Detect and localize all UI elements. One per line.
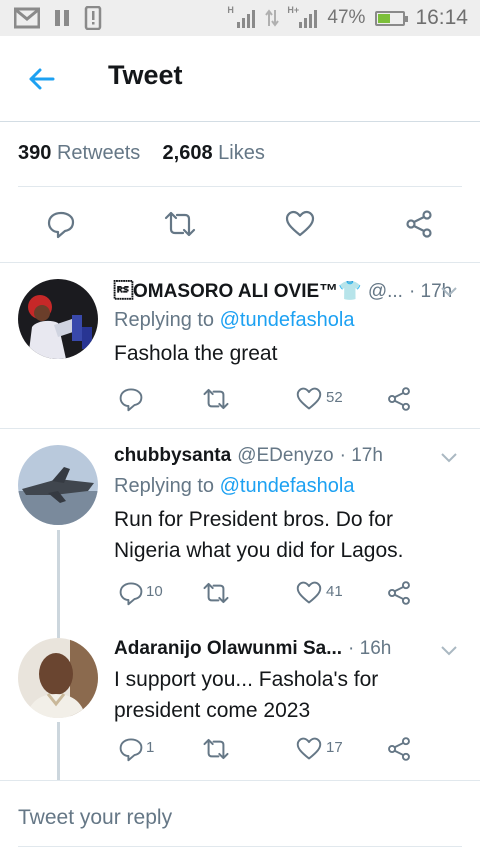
reply-icon[interactable] [118, 736, 144, 762]
battery-percent: 47% [327, 7, 366, 28]
back-arrow-icon[interactable] [26, 64, 56, 94]
retweet-icon[interactable] [202, 736, 230, 762]
tweet-text: Run for President bros. Do for Nigeria w… [114, 508, 404, 562]
chevron-down-icon[interactable] [440, 452, 458, 464]
replying-to: Replying to @tundefashola [114, 475, 355, 497]
mention-link[interactable]: @tundefashola [220, 309, 355, 331]
handle[interactable]: @... [368, 281, 403, 303]
battery-icon [375, 10, 409, 26]
like-icon[interactable] [285, 209, 315, 239]
thread-line [57, 722, 60, 780]
like-icon[interactable] [296, 386, 322, 412]
share-icon[interactable] [404, 209, 434, 239]
reply-count: 10 [146, 583, 163, 600]
like-icon[interactable] [296, 580, 322, 606]
timestamp: · 17h [339, 445, 383, 466]
reply-icon[interactable] [46, 209, 76, 239]
likes-stat[interactable]: 2,608 Likes [163, 142, 265, 164]
avatar[interactable] [18, 638, 98, 718]
data-transfer-icon [265, 9, 280, 27]
tweet-stats: 390 Retweets 2,608 Likes [18, 142, 265, 165]
tweet-text: I support you... Fashola's for president… [114, 668, 379, 722]
reply-tweet[interactable]: Adaranijo Olawunmi Sa... · 16h I support… [0, 620, 480, 780]
share-icon[interactable] [386, 736, 412, 762]
handle[interactable]: @EDenyzo [237, 445, 333, 467]
timestamp: · 16h [348, 638, 392, 659]
chevron-down-icon[interactable] [440, 286, 458, 298]
signal-icon-2: H+ [287, 5, 318, 28]
reply-actions: 1 17 [114, 734, 434, 764]
share-icon[interactable] [386, 580, 412, 606]
clock: 16:14 [415, 6, 468, 29]
like-count: 52 [326, 389, 343, 406]
display-name[interactable]: Adaranijo Olawunmi Sa... [114, 638, 342, 660]
reply-actions: 10 41 [114, 578, 434, 608]
reply-count: 1 [146, 739, 155, 756]
chevron-down-icon[interactable] [440, 645, 458, 657]
avatar[interactable] [18, 279, 98, 359]
tweet-text: Fashola the great [114, 342, 278, 365]
reply-actions: 52 [114, 384, 434, 414]
like-icon[interactable] [296, 736, 322, 762]
like-count: 17 [326, 739, 343, 756]
pause-icon [55, 10, 69, 26]
retweets-stat[interactable]: 390 Retweets [18, 142, 140, 164]
page-title: Tweet [108, 60, 183, 90]
reply-tweet[interactable]: chubbysanta @EDenyzo · 17h Replying to @… [0, 428, 480, 620]
replying-to: Replying to @tundefashola [114, 309, 355, 331]
thread-line [57, 620, 60, 638]
reply-icon[interactable] [118, 386, 144, 412]
share-icon[interactable] [386, 386, 412, 412]
reply-icon[interactable] [118, 580, 144, 606]
retweet-icon[interactable] [202, 386, 230, 412]
tweet-action-bar [0, 205, 480, 245]
signal-icon: H [227, 5, 256, 28]
alert-icon [84, 6, 102, 30]
retweet-icon[interactable] [202, 580, 230, 606]
gmail-icon [14, 7, 40, 29]
avatar[interactable] [18, 445, 98, 525]
top-app-bar: Tweet [0, 36, 480, 122]
reply-input[interactable]: Tweet your reply [18, 806, 172, 830]
divider [0, 780, 480, 781]
thread-line [57, 530, 60, 620]
display-name[interactable]: chubbysanta [114, 445, 231, 467]
like-count: 41 [326, 583, 343, 600]
divider [18, 846, 462, 847]
retweet-icon[interactable] [163, 209, 197, 239]
reply-tweet[interactable]: OMASORO ALI OVIE™👕 @... · 17h Replying t… [0, 262, 480, 428]
status-bar: H H+ 47% 16:14 [0, 0, 480, 36]
mention-link[interactable]: @tundefashola [220, 475, 355, 497]
display-name[interactable]: OMASORO ALI OVIE™👕 [114, 279, 362, 303]
divider [18, 186, 462, 187]
